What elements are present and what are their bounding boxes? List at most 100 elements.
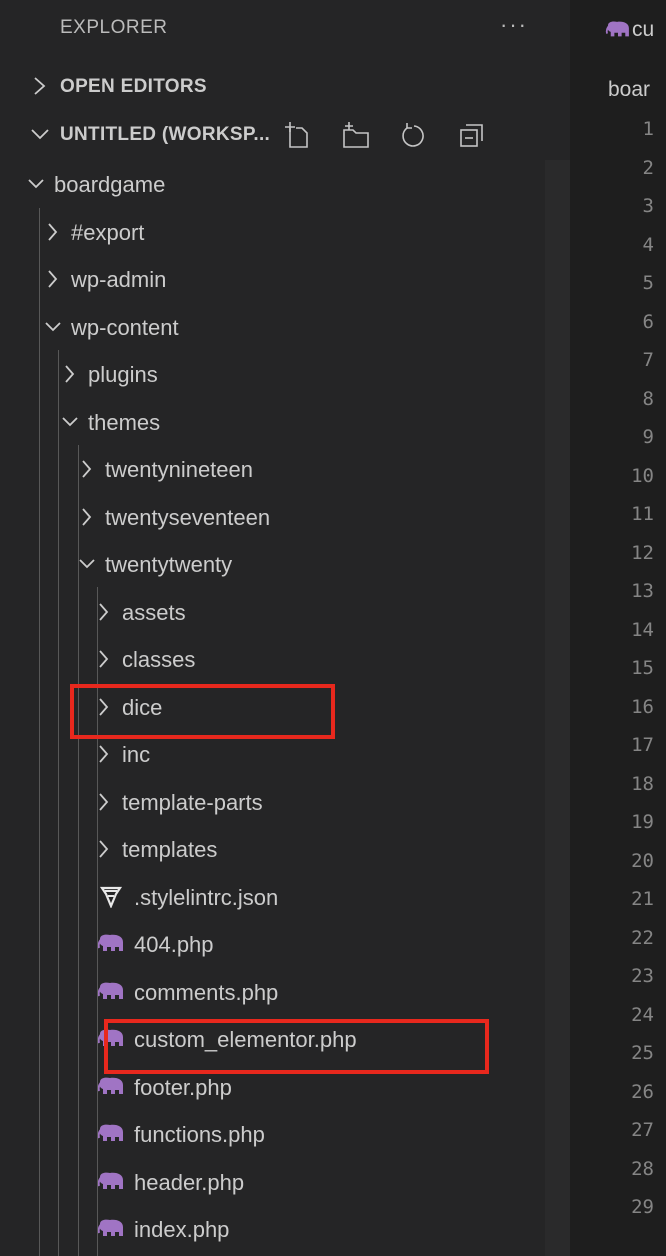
highlight-box-dice (70, 684, 335, 739)
tree-item-label: twentyseventeen (105, 504, 271, 530)
tree-item-label: templates (122, 837, 218, 862)
line-number: 4 (642, 233, 654, 256)
line-number: 23 (631, 965, 654, 987)
explorer-sidebar: EXPLORER ··· OPEN EDITORS UNTITLED (WORK… (0, 0, 570, 1256)
line-number: 27 (631, 1119, 654, 1141)
tree-item-assets[interactable]: assets (0, 589, 545, 636)
line-number: 24 (631, 1003, 654, 1026)
tree-item-label: twentynineteen (105, 457, 253, 482)
tree-item-label: comments.php (134, 979, 279, 1005)
open-editors-label: OPEN EDITORS (60, 76, 207, 97)
line-number: 25 (631, 1042, 654, 1064)
tree-item-label: classes (122, 647, 196, 672)
line-number: 3 (642, 195, 654, 217)
chevron-down-icon (79, 559, 95, 569)
line-number: 8 (642, 387, 654, 410)
tree-item-template-parts[interactable]: template-parts (0, 779, 545, 826)
tree-item-label: footer.php (134, 1074, 232, 1100)
tree-item-twentyseventeen[interactable]: twentyseventeen (0, 494, 545, 541)
php-elephant-icon (605, 21, 629, 37)
line-number: 5 (642, 272, 654, 294)
line-number: 28 (631, 1157, 654, 1180)
line-number: 22 (631, 926, 654, 949)
editor-area: cu boar 1 2 3 4 5 6 7 8 9 10 11 12 13 14 15 16 17 18 19 20 2… (570, 0, 666, 1256)
line-number: 17 (631, 734, 654, 756)
php-elephant-icon (97, 1077, 123, 1094)
tree-item-label: wp-admin (71, 267, 167, 292)
tree-item-boardgame[interactable]: boardgame (0, 161, 545, 208)
line-number: 6 (642, 310, 654, 333)
php-elephant-icon (97, 934, 123, 951)
php-elephant-icon (97, 1172, 123, 1189)
line-number: 10 (631, 464, 654, 487)
indent-guide (58, 350, 59, 1256)
chevron-right-icon (34, 77, 46, 95)
tree-item-plugins[interactable]: plugins (0, 351, 545, 398)
chevron-right-icon (82, 507, 92, 526)
refresh-icon[interactable] (398, 120, 430, 152)
line-number: 15 (631, 657, 654, 679)
workspace-section-header[interactable]: UNTITLED (WORKSP... (0, 112, 570, 160)
line-number: 13 (631, 580, 654, 602)
tree-item-404-php[interactable]: 404.php (0, 921, 545, 968)
tree-item-label: assets (122, 599, 186, 625)
new-folder-icon[interactable] (340, 120, 372, 152)
tree-item-header-php[interactable]: header.php (0, 1159, 545, 1206)
tree-item-label: twentytwenty (105, 552, 233, 577)
line-number: 26 (631, 1080, 654, 1103)
breadcrumb[interactable]: boar (608, 78, 650, 102)
indent-guide (39, 208, 40, 1256)
tree-item-stylelintrc-json[interactable]: .stylelintrc.json (0, 874, 545, 921)
chevron-down-icon (62, 416, 78, 426)
scrollbar-track[interactable] (545, 160, 570, 1256)
tree-item-wp-content[interactable]: wp-content (0, 304, 545, 351)
tree-item-templates[interactable]: templates (0, 826, 545, 873)
tree-item-label: index.php (134, 1217, 230, 1242)
line-number: 14 (631, 618, 654, 641)
tree-item-twentytwenty[interactable]: twentytwenty (0, 541, 545, 588)
explorer-title: EXPLORER (60, 17, 168, 38)
tree-item-wp-admin[interactable]: wp-admin (0, 256, 545, 303)
workspace-actions (0, 120, 570, 154)
tree-item-label: wp-content (71, 314, 179, 340)
line-number: 29 (631, 1196, 654, 1218)
tree-item-twentynineteen[interactable]: twentynineteen (0, 446, 545, 493)
tree-item-label: themes (88, 409, 161, 435)
line-number: 12 (631, 541, 654, 564)
collapse-all-icon[interactable] (456, 120, 488, 152)
line-number: 19 (631, 811, 654, 833)
chevron-down-icon (28, 179, 44, 189)
chevron-down-icon (45, 321, 61, 331)
line-number: 21 (631, 888, 654, 910)
tree-item-label: .stylelintrc.json (134, 884, 279, 910)
tree-item-label: header.php (134, 1169, 245, 1195)
tree-item-themes[interactable]: themes (0, 399, 545, 446)
line-number: 18 (631, 772, 654, 795)
tree-item-label: template-parts (122, 789, 263, 815)
php-elephant-icon (97, 982, 123, 999)
line-number: 1 (642, 118, 654, 140)
line-number: 9 (642, 426, 654, 448)
tab-label: cu (632, 18, 655, 41)
new-file-icon[interactable] (282, 120, 314, 152)
open-editors-section-header[interactable]: OPEN EDITORS (0, 64, 570, 112)
tree-item-label: inc (122, 742, 151, 767)
tree-item-functions-php[interactable]: functions.php (0, 1111, 545, 1158)
line-number: 16 (631, 695, 654, 718)
tree-item-export[interactable]: #export (0, 209, 545, 256)
php-elephant-icon (97, 1219, 123, 1236)
more-actions-icon[interactable]: ··· (500, 12, 528, 38)
tree-item-label: #export (71, 219, 145, 245)
editor-tab[interactable]: cu (570, 0, 666, 62)
indent-guide (78, 445, 79, 1256)
line-number: 11 (631, 503, 654, 525)
tree-item-label: plugins (88, 362, 158, 387)
chevron-right-icon (48, 222, 58, 241)
php-elephant-icon (97, 1124, 123, 1141)
stylelint-icon (99, 886, 123, 908)
tree-item-label: boardgame (54, 172, 166, 197)
tree-item-index-php[interactable]: index.php (0, 1206, 545, 1253)
tree-item-comments-php[interactable]: comments.php (0, 969, 545, 1016)
tree-item-classes[interactable]: classes (0, 636, 545, 683)
line-number: 2 (642, 156, 654, 179)
